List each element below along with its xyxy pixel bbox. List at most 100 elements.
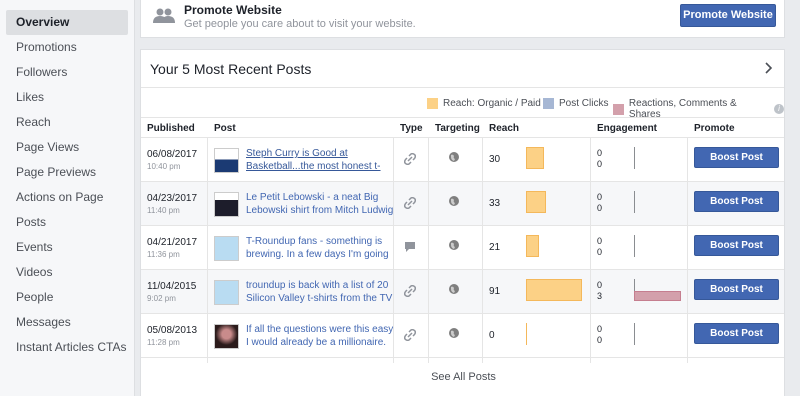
post-text-link[interactable]: If all the questions were this easy I wo… bbox=[246, 323, 394, 349]
sidebar-item-promotions[interactable]: Promotions bbox=[0, 35, 134, 60]
sidebar-item-events[interactable]: Events bbox=[0, 235, 134, 260]
legend-reactions: Reactions, Comments & Shares i bbox=[613, 98, 784, 120]
sidebar-item-reach[interactable]: Reach bbox=[0, 110, 134, 135]
col-type: Type bbox=[400, 123, 423, 134]
column-divider bbox=[482, 137, 483, 363]
boost-post-button[interactable]: Boost Post bbox=[694, 235, 779, 256]
reach-bar bbox=[526, 279, 582, 301]
post-date: 04/23/2017 bbox=[147, 193, 198, 204]
promote-title: Promote Website bbox=[184, 3, 282, 17]
reactions-swatch bbox=[613, 103, 624, 115]
post-text-link[interactable]: T-Roundup fans - something is brewing. I… bbox=[246, 235, 394, 261]
reach-value: 0 bbox=[489, 330, 495, 341]
post-date: 11/04/2015 bbox=[147, 281, 197, 292]
col-promote: Promote bbox=[694, 123, 735, 134]
legend-reach-label: Reach: Organic / Paid bbox=[443, 98, 541, 109]
engagement-clicks: 0 bbox=[597, 280, 603, 290]
col-engagement: Engagement bbox=[597, 123, 658, 134]
engagement-reactions: 0 bbox=[597, 203, 603, 213]
column-divider bbox=[687, 137, 688, 363]
reach-value: 30 bbox=[489, 154, 501, 165]
chevron-right-icon[interactable] bbox=[764, 61, 774, 75]
post-time: 11:36 pm bbox=[147, 250, 180, 259]
link-icon bbox=[404, 197, 416, 209]
globe-icon bbox=[449, 152, 459, 162]
engagement-clicks: 0 bbox=[597, 324, 603, 334]
recent-posts-card: Your 5 Most Recent Posts Reach: Organic … bbox=[140, 49, 785, 396]
boost-post-button[interactable]: Boost Post bbox=[694, 279, 779, 300]
legend-reach: Reach: Organic / Paid bbox=[427, 98, 541, 109]
sidebar-item-actions-on-page[interactable]: Actions on Page bbox=[0, 185, 134, 210]
post-time: 11:40 pm bbox=[147, 206, 180, 215]
col-reach: Reach bbox=[489, 123, 520, 134]
boost-post-button[interactable]: Boost Post bbox=[694, 147, 779, 168]
column-divider bbox=[428, 137, 429, 363]
engagement-clicks: 0 bbox=[597, 148, 603, 158]
post-thumbnail[interactable] bbox=[214, 324, 239, 349]
engagement-tick bbox=[634, 279, 635, 291]
post-date: 06/08/2017 bbox=[147, 149, 198, 160]
status-icon bbox=[405, 242, 415, 252]
promote-website-button[interactable]: Promote Website bbox=[680, 4, 776, 27]
post-text-link[interactable]: Steph Curry is Good at Basketball...the … bbox=[246, 147, 394, 173]
info-icon[interactable]: i bbox=[774, 104, 784, 114]
globe-icon bbox=[449, 240, 459, 250]
post-thumbnail[interactable] bbox=[214, 236, 239, 261]
sidebar-item-instant-articles-ctas[interactable]: Instant Articles CTAs bbox=[0, 335, 134, 360]
column-divider bbox=[207, 137, 208, 363]
post-time: 11:28 pm bbox=[147, 338, 180, 347]
reach-value: 33 bbox=[489, 198, 501, 209]
reach-value: 91 bbox=[489, 286, 501, 297]
engagement-reactions: 0 bbox=[597, 335, 603, 345]
sidebar-item-page-previews[interactable]: Page Previews bbox=[0, 160, 134, 185]
boost-post-button[interactable]: Boost Post bbox=[694, 191, 779, 212]
promote-website-card: Promote Website Get people you care abou… bbox=[140, 0, 785, 38]
boost-post-button[interactable]: Boost Post bbox=[694, 323, 779, 344]
link-icon bbox=[404, 153, 416, 165]
post-time: 9:02 pm bbox=[147, 294, 176, 303]
engagement-tick bbox=[634, 191, 635, 213]
sidebar-item-videos[interactable]: Videos bbox=[0, 260, 134, 285]
col-published: Published bbox=[147, 123, 195, 134]
legend-clicks-label: Post Clicks bbox=[559, 98, 609, 109]
legend-reactions-label: Reactions, Comments & Shares bbox=[628, 98, 737, 120]
post-time: 10:40 pm bbox=[147, 162, 181, 171]
col-targeting: Targeting bbox=[435, 123, 480, 134]
post-date: 04/21/2017 bbox=[147, 237, 198, 248]
see-all-posts-link[interactable]: See All Posts bbox=[141, 363, 786, 396]
reach-swatch bbox=[427, 98, 438, 109]
post-date: 05/08/2013 bbox=[147, 325, 198, 336]
engagement-reactions: 0 bbox=[597, 247, 603, 257]
people-icon bbox=[153, 8, 175, 23]
clicks-swatch bbox=[543, 98, 554, 109]
engagement-tick bbox=[634, 235, 635, 257]
table-header: Published Post Type Targeting Reach Enga… bbox=[141, 118, 784, 138]
post-thumbnail[interactable] bbox=[214, 280, 239, 305]
globe-icon bbox=[449, 284, 459, 294]
engagement-clicks: 0 bbox=[597, 236, 603, 246]
recent-posts-header[interactable]: Your 5 Most Recent Posts bbox=[141, 50, 784, 88]
sidebar-item-messages[interactable]: Messages bbox=[0, 310, 134, 335]
sidebar-item-posts[interactable]: Posts bbox=[0, 210, 134, 235]
reach-bar bbox=[526, 235, 539, 257]
link-icon bbox=[404, 285, 416, 297]
sidebar-item-likes[interactable]: Likes bbox=[0, 85, 134, 110]
globe-icon bbox=[449, 196, 459, 206]
promote-subtitle: Get people you care about to visit your … bbox=[184, 18, 416, 30]
legend-clicks: Post Clicks bbox=[543, 98, 608, 109]
link-icon bbox=[404, 329, 416, 341]
post-thumbnail[interactable] bbox=[214, 148, 239, 173]
engagement-clicks: 0 bbox=[597, 192, 603, 202]
engagement-reactions: 0 bbox=[597, 159, 603, 169]
globe-icon bbox=[449, 328, 459, 338]
post-text-link[interactable]: troundup is back with a list of 20 Silic… bbox=[246, 279, 394, 305]
reach-bar bbox=[526, 323, 527, 345]
sidebar-item-followers[interactable]: Followers bbox=[0, 60, 134, 85]
post-text-link[interactable]: Le Petit Lebowski - a neat Big Lebowski … bbox=[246, 191, 394, 217]
sidebar-item-people[interactable]: People bbox=[0, 285, 134, 310]
post-thumbnail[interactable] bbox=[214, 192, 239, 217]
sidebar-item-overview[interactable]: Overview bbox=[6, 10, 128, 35]
reactions-bar bbox=[634, 291, 681, 301]
legend: Reach: Organic / Paid Post Clicks Reacti… bbox=[141, 88, 784, 120]
sidebar-item-page-views[interactable]: Page Views bbox=[0, 135, 134, 160]
